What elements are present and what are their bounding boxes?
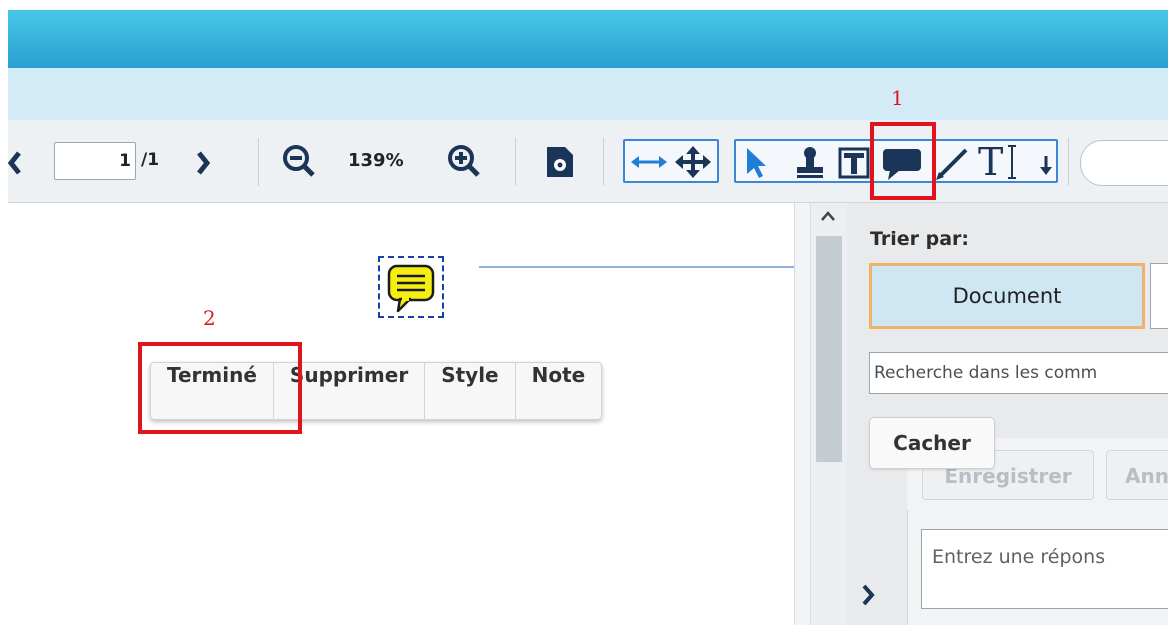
- toolbar-separator: [603, 138, 604, 186]
- sort-label: Trier par:: [870, 228, 970, 250]
- toolbar-search-input[interactable]: [1080, 140, 1168, 186]
- scrollbar-thumb[interactable]: [816, 236, 842, 462]
- toolbar-separator: [1068, 138, 1069, 186]
- document-settings-icon[interactable]: [545, 145, 575, 179]
- sort-option-button[interactable]: [1150, 263, 1168, 329]
- svg-text:T: T: [978, 142, 1003, 182]
- note-button[interactable]: Note: [516, 363, 602, 419]
- note-bubble-icon: [387, 264, 435, 313]
- panel-divider: [907, 510, 908, 625]
- callout-number: 1: [891, 86, 904, 110]
- chevron-right-icon[interactable]: [195, 150, 211, 176]
- sort-by-document-button[interactable]: Document: [869, 263, 1145, 329]
- callout-highlight: [870, 122, 936, 200]
- chevron-left-icon[interactable]: [8, 150, 22, 176]
- zoom-out-icon[interactable]: [281, 143, 317, 179]
- callout-highlight: [138, 342, 302, 434]
- text-box-icon[interactable]: [838, 146, 870, 180]
- pointer-arrow-icon[interactable]: [744, 146, 768, 180]
- scroll-up-icon[interactable]: [820, 210, 836, 222]
- title-bar: [8, 10, 1168, 68]
- zoom-in-icon[interactable]: [446, 143, 482, 179]
- fit-width-icon[interactable]: [629, 150, 669, 174]
- expand-panel-icon[interactable]: [860, 583, 876, 607]
- menu-bar: [8, 68, 1168, 120]
- pen-icon[interactable]: [934, 146, 970, 182]
- document-border: [794, 203, 811, 625]
- stamp-icon[interactable]: [794, 146, 826, 180]
- cancel-button[interactable]: Ann: [1106, 450, 1168, 500]
- arrow-down-icon[interactable]: [1037, 150, 1055, 178]
- text-tool-icon[interactable]: T: [978, 142, 1034, 182]
- toolbar-separator: [258, 138, 259, 186]
- comment-search-input[interactable]: Recherche dans les comm: [869, 352, 1168, 394]
- page-total: /1: [141, 150, 160, 170]
- hide-button[interactable]: Cacher: [869, 417, 995, 469]
- page-number-input[interactable]: [54, 142, 136, 180]
- toolbar-separator: [515, 138, 516, 186]
- selected-note-annotation[interactable]: [378, 256, 444, 318]
- zoom-level: 139%: [348, 150, 404, 171]
- style-button[interactable]: Style: [425, 363, 516, 419]
- reply-input[interactable]: Entrez une répons: [921, 529, 1168, 609]
- callout-number: 2: [203, 306, 216, 330]
- pan-move-icon[interactable]: [675, 146, 711, 178]
